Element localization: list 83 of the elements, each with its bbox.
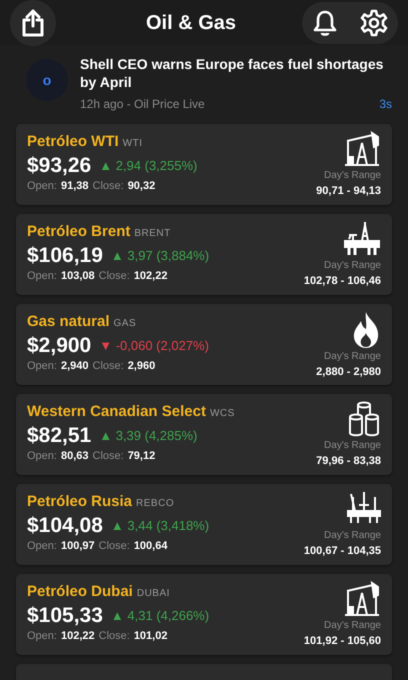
news-headline: Shell CEO warns Europe faces fuel shortages by April: [80, 55, 384, 92]
price-change: ▲ 4,31 (4,266%): [110, 607, 210, 626]
open-label: Open:: [27, 449, 57, 464]
close-value: 90,32: [128, 179, 156, 194]
settings-icon: [360, 8, 388, 36]
price: $104,08: [27, 514, 103, 538]
open-value: 103,08: [60, 269, 95, 284]
flame-icon: [351, 311, 381, 350]
open-value: 102,22: [60, 629, 95, 644]
barrels-icon: [347, 401, 381, 438]
close-value: 102,22: [134, 269, 168, 284]
quote-card[interactable]: Petróleo WTI WTI $93,26 ▲ 2,94 (3,255%) Open: 91,38 Close: 90,32 Day's Range 90,71 - 94,13: [16, 124, 392, 206]
settings-button[interactable]: [360, 8, 388, 36]
open-value: 80,63: [60, 449, 88, 464]
close-value: 2,960: [128, 359, 156, 374]
source-avatar: o: [26, 59, 68, 101]
day-range: 100,67 - 104,35: [304, 544, 381, 559]
price: $105,33: [27, 604, 103, 628]
range-label: Day's Range: [324, 168, 381, 183]
ticker-symbol: REBCO: [136, 497, 174, 512]
quote-card[interactable]: Gas natural GAS $2,900 ▼ -0,060 (2,027%) Open: 2,940 Close: 2,960 Day's Range 2,880 - 2,980: [16, 304, 392, 386]
commodity-name: Petróleo WTI: [27, 132, 119, 152]
ticker-symbol: BRENT: [134, 227, 171, 242]
close-value: 79,12: [128, 449, 156, 464]
commodity-name: Petróleo Rusia: [27, 492, 132, 512]
range-label: Day's Range: [324, 258, 381, 273]
close-label: Close:: [98, 539, 130, 554]
news-item[interactable]: o Shell CEO warns Europe faces fuel shortages by April 12h ago - Oil Price Live 3s: [0, 45, 408, 118]
open-label: Open:: [27, 179, 57, 194]
range-label: Day's Range: [324, 528, 381, 543]
day-range: 90,71 - 94,13: [316, 184, 381, 199]
ticker-symbol: GAS: [114, 317, 136, 332]
bell-icon: [312, 8, 338, 36]
price-change: ▲ 2,94 (3,255%): [99, 157, 198, 176]
pumpjack-icon: [343, 131, 381, 168]
price-change: ▲ 3,97 (3,884%): [110, 247, 210, 266]
share-icon: [21, 8, 45, 36]
close-label: Close:: [98, 269, 130, 284]
ticker-symbol: DUBAI: [136, 587, 170, 602]
close-label: Close:: [98, 629, 130, 644]
commodity-name: Petróleo Dubai: [27, 582, 133, 602]
quote-card[interactable]: Petróleo Brent BRENT $106,19 ▲ 3,97 (3,884%) Open: 103,08 Close: 102,22 Day's Range 102,78 - 106,46: [16, 214, 392, 296]
open-value: 91,38: [60, 179, 88, 194]
open-label: Open:: [27, 269, 57, 284]
news-age: 3s: [379, 96, 392, 114]
quote-card[interactable]: Western Canadian Select WCS $82,51 ▲ 3,39 (4,285%) Open: 80,63 Close: 79,12 Day's Range 79,96 - 83,38: [16, 394, 392, 476]
range-label: Day's Range: [324, 350, 381, 364]
oil-rig-icon: [343, 221, 381, 258]
price: $93,26: [27, 154, 92, 178]
price-change: ▲ 3,44 (3,418%): [110, 517, 210, 536]
price: $82,51: [27, 424, 92, 448]
share-button[interactable]: [10, 0, 56, 46]
pumpjack-icon: [343, 581, 381, 618]
open-label: Open:: [27, 629, 57, 644]
close-label: Close:: [92, 179, 124, 194]
day-range: 102,78 - 106,46: [304, 274, 381, 289]
open-value: 100,97: [60, 539, 95, 554]
open-label: Open:: [27, 539, 57, 554]
close-value: 100,64: [134, 539, 168, 554]
range-label: Day's Range: [324, 618, 381, 633]
news-meta: 12h ago - Oil Price Live: [80, 96, 205, 114]
notifications-button[interactable]: [312, 8, 338, 36]
price-change: ▼ -0,060 (2,027%): [99, 337, 209, 356]
open-label: Open:: [27, 359, 57, 374]
commodity-name: Petróleo Brent: [27, 222, 130, 242]
quote-card[interactable]: Petróleo Dubai DUBAI $105,33 ▲ 4,31 (4,266%) Open: 102,22 Close: 101,02 Day's Range 101,92 - 105,60: [16, 574, 392, 656]
day-range: 2,880 - 2,980: [316, 365, 381, 380]
quote-card[interactable]: Petróleo Rusia REBCO $104,08 ▲ 3,44 (3,418%) Open: 100,97 Close: 100,64 Day's Range 100,67 - 104,35: [16, 484, 392, 566]
day-range: 101,92 - 105,60: [304, 634, 381, 649]
app-title: Oil & Gas: [146, 10, 236, 36]
close-value: 101,02: [134, 629, 168, 644]
close-label: Close:: [92, 449, 124, 464]
commodity-name: Western Canadian Select: [27, 402, 206, 422]
range-label: Day's Range: [324, 438, 381, 453]
open-value: 2,940: [60, 359, 88, 374]
commodity-name: Gas natural: [27, 312, 110, 332]
price: $106,19: [27, 244, 103, 268]
close-label: Close:: [92, 359, 124, 374]
ticker-symbol: WTI: [122, 137, 142, 152]
ticker-symbol: WCS: [210, 407, 235, 422]
price-change: ▲ 3,39 (4,285%): [99, 427, 198, 446]
day-range: 79,96 - 83,38: [316, 454, 381, 469]
price: $2,900: [27, 334, 92, 358]
